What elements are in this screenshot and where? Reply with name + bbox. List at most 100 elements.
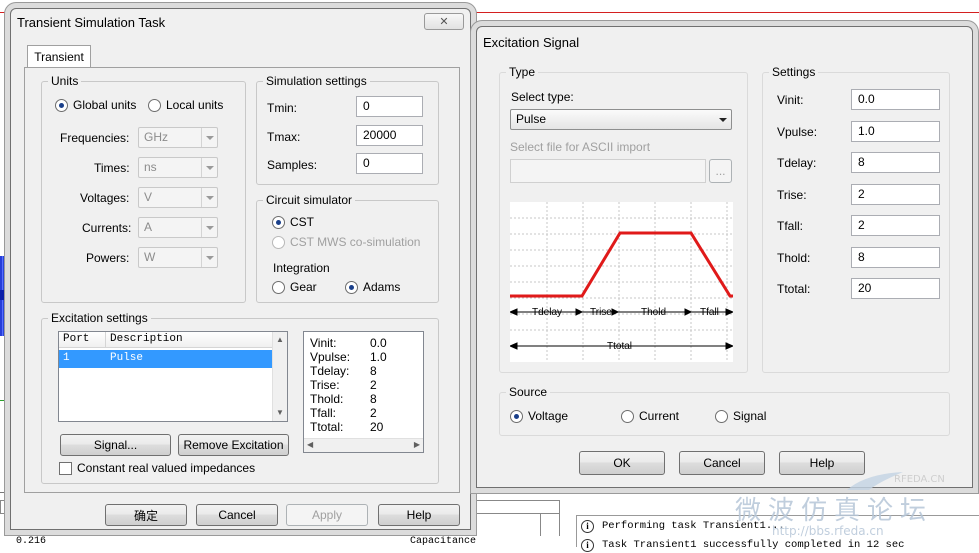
global-units-radio[interactable]: Global units: [55, 98, 136, 112]
chevron-down-icon: [201, 218, 217, 237]
radio-label: Current: [639, 409, 680, 423]
radio-dot: [345, 280, 358, 294]
tmax-label: Tmax:: [267, 130, 301, 144]
tmax-input[interactable]: 20000: [356, 125, 423, 146]
setting-input[interactable]: 20: [851, 278, 940, 299]
close-button[interactable]: ✕: [424, 13, 464, 30]
setting-label: Vinit:: [777, 93, 804, 107]
summary-label: Tfall:: [310, 406, 337, 420]
samples-label: Samples:: [267, 158, 318, 172]
summary-value: 1.0: [370, 350, 387, 364]
chevron-down-icon: [201, 128, 217, 147]
summary-value: 8: [370, 364, 377, 378]
chevron-down-icon: [201, 188, 217, 207]
excitation-list[interactable]: Port Description 1 Pulse ▲ ▼: [58, 331, 288, 422]
cst-mws-cosim-radio[interactable]: CST MWS co-simulation: [272, 235, 420, 249]
voltages-select[interactable]: V: [138, 187, 218, 208]
cancel-button[interactable]: Cancel: [679, 451, 765, 475]
powers-select[interactable]: W: [138, 247, 218, 268]
column-header-description[interactable]: Description: [110, 333, 183, 345]
cancel-button[interactable]: Cancel: [196, 504, 278, 526]
summary-hscrollbar[interactable]: ◀ ▶: [304, 438, 423, 452]
tmin-input[interactable]: 0: [356, 96, 423, 117]
select-value: ns: [144, 160, 157, 174]
setting-input[interactable]: 8: [851, 152, 940, 173]
info-icon: i: [581, 538, 594, 552]
list-scrollbar[interactable]: ▲ ▼: [272, 332, 287, 421]
excitation-signal-dialog: Excitation Signal Type Select type: Puls…: [476, 26, 973, 488]
tab-transient[interactable]: Transient: [27, 45, 91, 67]
units-title: Units: [48, 74, 82, 88]
gear-radio[interactable]: Gear: [272, 280, 317, 294]
chevron-down-icon: [201, 158, 217, 177]
adams-radio[interactable]: Adams: [345, 280, 400, 294]
watermark-brand: RFEDA.CN: [894, 474, 945, 485]
setting-label: Tdelay:: [777, 156, 817, 170]
powers-label: Powers:: [86, 251, 130, 265]
radio-label: Gear: [290, 280, 317, 294]
dialog-titlebar: Excitation Signal: [477, 29, 972, 55]
summary-label: Ttotal:: [310, 420, 344, 434]
summary-label: Tdelay:: [310, 364, 350, 378]
signal-button[interactable]: Signal...: [60, 434, 171, 456]
transient-simulation-dialog: Transient Simulation Task ✕ Transient Un…: [10, 8, 471, 530]
summary-value: 8: [370, 392, 377, 406]
table-row[interactable]: 1 Pulse: [59, 350, 272, 368]
settings-title: Settings: [769, 65, 819, 79]
select-value: Pulse: [516, 112, 547, 126]
radio-dot: [715, 409, 728, 423]
setting-input[interactable]: 0.0: [851, 89, 940, 110]
radio-label: CST: [290, 215, 314, 229]
remove-excitation-button[interactable]: Remove Excitation: [178, 434, 289, 456]
setting-input[interactable]: 1.0: [851, 120, 940, 142]
scroll-left-icon[interactable]: ◀: [307, 440, 313, 449]
ascii-file-input[interactable]: [510, 159, 706, 183]
select-type-label: Select type:: [511, 90, 574, 104]
summary-label: Thold:: [310, 392, 344, 406]
ascii-import-label: Select file for ASCII import: [510, 140, 651, 154]
radio-label: Voltage: [528, 409, 569, 423]
radio-dot: [272, 235, 285, 249]
radio-dot: [272, 215, 285, 229]
constant-impedances-checkbox[interactable]: Constant real valued impedances: [59, 461, 255, 475]
row-port: 1: [63, 352, 70, 364]
apply-button[interactable]: Apply: [286, 504, 368, 526]
column-header-port[interactable]: Port: [63, 333, 89, 345]
chevron-down-icon: [715, 110, 731, 129]
cst-radio[interactable]: CST: [272, 215, 314, 229]
select-value: V: [144, 190, 153, 204]
close-icon: ✕: [439, 16, 449, 28]
tfall-label: Tfall: [700, 307, 719, 318]
currents-label: Currents:: [82, 221, 132, 235]
list-header: Port Description: [59, 332, 272, 348]
scroll-down-icon[interactable]: ▼: [276, 408, 284, 417]
local-units-radio[interactable]: Local units: [148, 98, 223, 112]
setting-input[interactable]: 2: [851, 183, 940, 205]
watermark-url: http://bbs.rfeda.cn: [772, 524, 884, 538]
voltage-radio[interactable]: Voltage: [510, 409, 568, 423]
currents-select[interactable]: A: [138, 217, 218, 238]
setting-input[interactable]: 2: [851, 215, 940, 236]
current-radio[interactable]: Current: [621, 409, 679, 423]
scroll-right-icon[interactable]: ▶: [414, 440, 420, 449]
times-select[interactable]: ns: [138, 157, 218, 178]
excitation-title: Excitation settings: [48, 311, 151, 325]
setting-label: Vpulse:: [777, 124, 818, 139]
summary-label: Vinit:: [310, 336, 337, 350]
frequencies-select[interactable]: GHz: [138, 127, 218, 148]
log-entry: i Task Transient1 successfully completed…: [581, 537, 904, 553]
help-button[interactable]: Help: [378, 504, 460, 526]
signal-radio[interactable]: Signal: [715, 409, 766, 423]
samples-input[interactable]: 0: [356, 153, 423, 174]
setting-label: Trise:: [777, 187, 807, 202]
setting-input[interactable]: 8: [851, 246, 940, 268]
ok-button[interactable]: 确定: [105, 504, 187, 526]
dialog-titlebar: Transient Simulation Task: [11, 9, 470, 35]
signal-type-select[interactable]: Pulse: [510, 109, 732, 130]
setting-label: Tfall:: [777, 219, 804, 233]
info-icon: i: [581, 519, 594, 533]
type-title: Type: [506, 65, 539, 79]
browse-button[interactable]: ...: [709, 159, 732, 183]
ok-button[interactable]: OK: [579, 451, 665, 475]
scroll-up-icon[interactable]: ▲: [276, 335, 284, 344]
